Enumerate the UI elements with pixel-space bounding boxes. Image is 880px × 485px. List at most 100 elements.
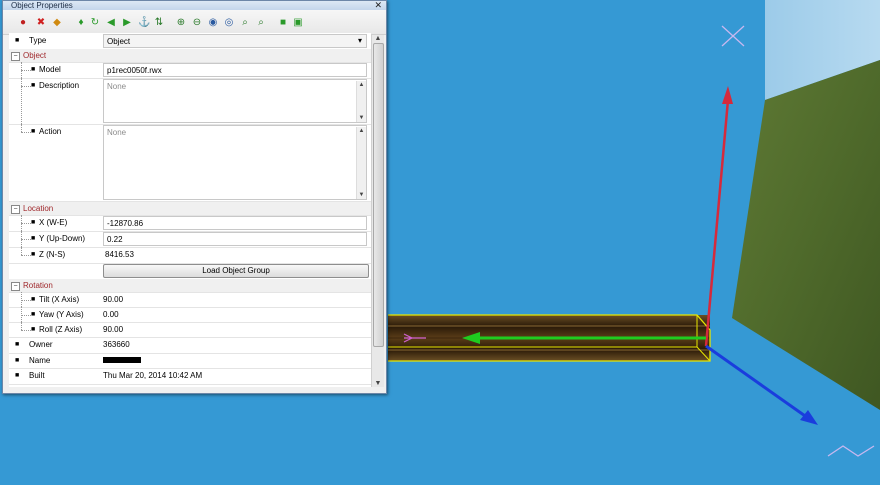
location-section[interactable]: − Location [9, 202, 371, 216]
action-scrollbar[interactable]: ▲ ▼ [356, 127, 366, 199]
z-axis-arrow [705, 344, 809, 420]
group-icon[interactable]: ▣ [292, 17, 304, 29]
delete-x-icon[interactable]: ✖ [35, 17, 47, 29]
object-properties-window: Object Properties ✕ ● ✖ ◆ ♦ ↻ ◀ ▶ ⚓ ⇅ ⊕ … [2, 0, 387, 394]
object-section[interactable]: − Object [9, 49, 371, 63]
chevron-down-icon: ▾ [357, 36, 362, 45]
x-label: X (W-E) [39, 218, 68, 227]
z-label: Z (N-S) [39, 250, 66, 259]
section-title: Rotation [23, 281, 53, 290]
roll-row: ■ Roll (Z Axis) 90.00 [9, 322, 371, 338]
toolbar: ● ✖ ◆ ♦ ↻ ◀ ▶ ⚓ ⇅ ⊕ ⊖ ◉ ◎ ⌕ ⌕ ■ ▣ [3, 10, 386, 35]
bullet-icon: ■ [31, 219, 36, 226]
zoom-search-icon[interactable]: ⌕ [239, 17, 251, 29]
action-textarea[interactable]: None ▲ ▼ [103, 125, 367, 200]
tilt-value[interactable]: 90.00 [103, 295, 123, 304]
tilt-label: Tilt (X Axis) [39, 295, 80, 304]
bullet-icon: ■ [15, 357, 20, 364]
action-row: ■ Action None ▲ ▼ [9, 124, 371, 202]
built-label: Built [29, 371, 45, 380]
bullet-icon: ■ [15, 341, 20, 348]
x-row: ■ X (W-E) -12870.86 [9, 215, 371, 232]
pin-green-icon[interactable]: ♦ [75, 17, 87, 29]
model-input[interactable]: p1rec0050f.rwx [103, 63, 367, 77]
collapse-icon[interactable]: − [11, 52, 20, 61]
owner-row: ■ Owner 363660 [9, 337, 371, 354]
scroll-down-icon[interactable]: ▼ [372, 380, 384, 387]
owner-label: Owner [29, 340, 53, 349]
y-input[interactable]: 0.22 [103, 232, 367, 246]
model-label: Model [39, 65, 61, 74]
z-row: ■ Z (N-S) 8416.53 [9, 247, 371, 264]
built-value: Thu Mar 20, 2014 10:42 AM [103, 371, 203, 380]
camera-move-icon[interactable]: ◎ [223, 17, 235, 29]
load-row: Load Object Group [9, 263, 371, 278]
bullet-icon: ■ [31, 251, 36, 258]
zoom-search-alt-icon[interactable]: ⌕ [255, 17, 267, 29]
title-bar[interactable]: Object Properties ✕ [3, 0, 386, 10]
redacted-name [103, 357, 141, 363]
warning-icon[interactable]: ◆ [51, 17, 63, 29]
arrow-left-icon[interactable]: ◀ [105, 17, 117, 29]
z-value[interactable]: 8416.53 [105, 250, 134, 259]
description-scrollbar[interactable]: ▲ ▼ [356, 81, 366, 122]
model-row: ■ Model p1rec0050f.rwx [9, 62, 371, 79]
bullet-icon: ■ [31, 326, 36, 333]
roll-label: Roll (Z Axis) [39, 325, 83, 334]
vertical-scrollbar[interactable]: ▲ ▼ [371, 35, 384, 387]
bullet-icon: ■ [31, 296, 36, 303]
action-label: Action [39, 127, 62, 136]
scroll-down-icon[interactable]: ▼ [357, 115, 366, 121]
load-object-group-button[interactable]: Load Object Group [103, 264, 369, 278]
flip-icon[interactable]: ⇅ [153, 17, 165, 29]
yaw-row: ■ Yaw (Y Axis) 0.00 [9, 307, 371, 323]
scrollbar-thumb[interactable] [373, 43, 384, 347]
scroll-up-icon[interactable]: ▲ [357, 82, 366, 88]
section-title: Location [23, 204, 54, 213]
yaw-label: Yaw (Y Axis) [39, 310, 84, 319]
chevron-marker-icon [827, 445, 875, 457]
scroll-up-icon[interactable]: ▲ [357, 128, 366, 134]
roll-value[interactable]: 90.00 [103, 325, 123, 334]
bullet-icon: ■ [15, 37, 20, 44]
collapse-icon[interactable]: − [11, 282, 20, 291]
x-input[interactable]: -12870.86 [103, 216, 367, 230]
yaw-value[interactable]: 0.00 [103, 310, 119, 319]
window-title: Object Properties [11, 1, 73, 10]
type-value: Object [107, 37, 131, 46]
y-row: ■ Y (Up-Down) 0.22 [9, 231, 371, 248]
collapse-icon[interactable]: − [11, 205, 20, 214]
type-select[interactable]: Object ▾ [103, 34, 367, 48]
bullet-icon: ■ [31, 235, 36, 242]
type-row: ■ Type Object ▾ [9, 33, 371, 50]
description-textarea[interactable]: None ▲ ▼ [103, 79, 367, 123]
owner-value: 363660 [103, 340, 130, 349]
zoom-out-icon[interactable]: ⊖ [191, 17, 203, 29]
y-label: Y (Up-Down) [39, 234, 86, 243]
name-label: Name [29, 356, 51, 365]
bullet-icon: ■ [31, 311, 36, 318]
scroll-down-icon[interactable]: ▼ [357, 192, 366, 198]
type-label: Type [29, 36, 47, 45]
name-row: ■ Name [9, 353, 371, 369]
camera-icon[interactable]: ◉ [207, 17, 219, 29]
rotation-section[interactable]: − Rotation [9, 279, 371, 293]
rotate-icon[interactable]: ↻ [89, 17, 101, 29]
x-axis-arrow [704, 99, 730, 347]
close-icon[interactable]: ✕ [374, 0, 382, 10]
lock-icon[interactable]: ■ [277, 17, 289, 29]
tilt-row: ■ Tilt (X Axis) 90.00 [9, 292, 371, 308]
arrow-right-icon[interactable]: ▶ [121, 17, 133, 29]
red-tool-icon[interactable]: ● [17, 17, 29, 29]
bullet-icon: ■ [31, 128, 36, 135]
built-row: ■ Built Thu Mar 20, 2014 10:42 AM [9, 368, 371, 385]
anchor-icon[interactable]: ⚓ [138, 17, 150, 29]
grass-surface [732, 60, 880, 410]
bullet-icon: ■ [31, 82, 36, 89]
property-grid: ■ Type Object ▾ − Object ■ Model p1rec00… [9, 33, 371, 387]
section-title: Object [23, 51, 47, 60]
description-row: ■ Description None ▲ ▼ [9, 78, 371, 125]
zoom-in-icon[interactable]: ⊕ [175, 17, 187, 29]
scroll-up-icon[interactable]: ▲ [372, 35, 384, 42]
bullet-icon: ■ [15, 372, 20, 379]
